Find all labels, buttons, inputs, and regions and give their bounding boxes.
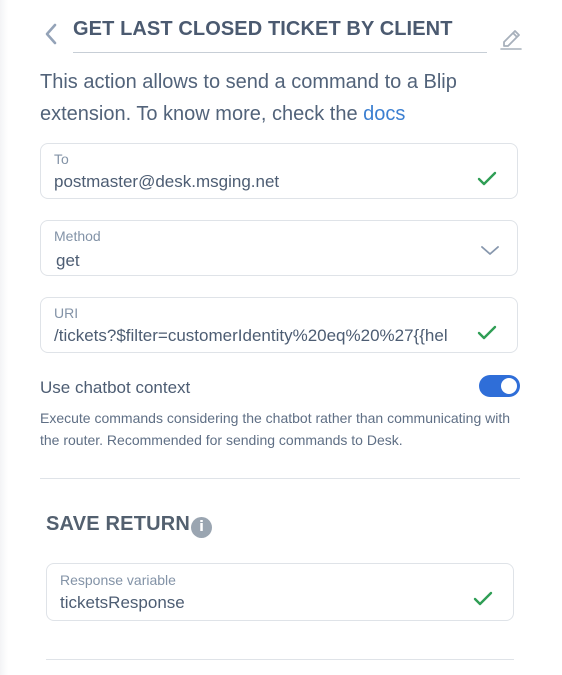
chatbot-context-help: Execute commands considering the chatbot…: [40, 410, 511, 448]
action-header: GET LAST CLOSED TICKET BY CLIENT: [40, 16, 528, 56]
response-variable-value[interactable]: ticketsResponse: [60, 593, 470, 613]
chevron-left-icon[interactable]: [40, 20, 62, 48]
to-field-label: To: [54, 151, 69, 167]
uri-field[interactable]: URI /tickets?$filter=customerIdentity%20…: [40, 297, 518, 353]
chatbot-context-toggle[interactable]: [479, 375, 520, 397]
method-select[interactable]: Method get: [40, 220, 518, 276]
to-field[interactable]: To postmaster@desk.msging.net: [40, 143, 518, 199]
bottom-divider: [46, 659, 514, 660]
info-icon[interactable]: i: [191, 517, 212, 538]
toggle-knob: [501, 378, 517, 394]
section-divider: [40, 478, 520, 479]
pencil-icon-svg: [500, 30, 522, 50]
method-select-label: Method: [54, 228, 101, 244]
docs-link[interactable]: docs: [363, 103, 405, 125]
save-return-title: SAVE RETURN: [46, 513, 191, 535]
action-settings-panel: GET LAST CLOSED TICKET BY CLIENT This ac…: [0, 0, 562, 675]
to-field-value[interactable]: postmaster@desk.msging.net: [54, 172, 464, 192]
response-variable-label: Response variable: [60, 572, 176, 588]
chevron-left-icon-svg: [45, 23, 57, 45]
method-select-value[interactable]: get: [56, 251, 466, 271]
check-icon: [477, 325, 497, 340]
pencil-icon[interactable]: [499, 24, 523, 50]
panel-left-edge: [0, 0, 8, 675]
check-icon: [473, 591, 493, 606]
uri-field-label: URI: [54, 305, 79, 321]
response-variable-field[interactable]: Response variable ticketsResponse: [46, 563, 514, 621]
chevron-down-icon[interactable]: [480, 243, 500, 257]
title-underline: GET LAST CLOSED TICKET BY CLIENT: [73, 16, 487, 53]
check-icon: [477, 171, 497, 186]
page-title[interactable]: GET LAST CLOSED TICKET BY CLIENT: [73, 18, 453, 41]
uri-field-value[interactable]: /tickets?$filter=customerIdentity%20eq%2…: [54, 326, 471, 346]
chatbot-context-label: Use chatbot context: [40, 378, 191, 397]
action-description: This action allows to send a command to …: [40, 66, 500, 130]
